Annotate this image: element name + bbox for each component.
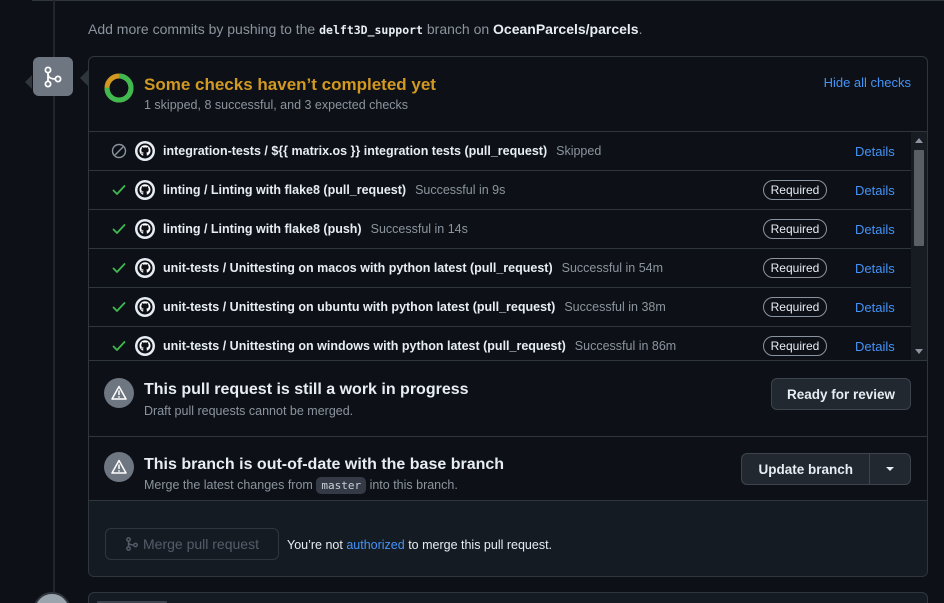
details-link[interactable]: Details	[855, 261, 895, 276]
alert-icon	[104, 452, 134, 482]
github-actions-icon	[135, 219, 155, 239]
check-name: linting / Linting with flake8 (push)	[163, 222, 362, 236]
git-merge-icon	[25, 57, 73, 96]
check-name: unit-tests / Unittesting on macos with p…	[163, 261, 553, 275]
outdated-branch-section: This branch is out-of-date with the base…	[89, 437, 927, 501]
scroll-down-arrow-icon[interactable]	[915, 349, 923, 354]
check-result: Successful in 14s	[370, 222, 468, 236]
check-row: unit-tests / Unittesting on windows with…	[89, 327, 911, 360]
timeline-top-rule	[32, 0, 944, 3]
required-badge: Required	[763, 258, 827, 278]
panel-pointer	[80, 70, 88, 86]
check-result: Successful in 9s	[415, 183, 506, 197]
update-branch-button[interactable]: Update branch	[742, 462, 869, 477]
checks-title: Some checks haven’t completed yet	[144, 75, 436, 94]
ready-for-review-button[interactable]: Ready for review	[771, 378, 911, 410]
draft-title: This pull request is still a work in pro…	[144, 381, 469, 398]
hide-all-checks-link[interactable]: Hide all checks	[824, 75, 911, 90]
push-note-prefix: Add more commits by pushing to the	[88, 21, 316, 37]
push-note-suffix: .	[638, 21, 643, 37]
check-result: Successful in 86m	[574, 339, 677, 353]
repo-name: OceanParcels/parcels	[493, 21, 639, 37]
merge-msg-suffix: to merge this pull request.	[408, 538, 553, 552]
outdated-subtitle-prefix: Merge the latest changes from	[144, 478, 313, 492]
check-text: unit-tests / Unittesting on windows with…	[163, 339, 676, 353]
scroll-thumb[interactable]	[914, 150, 924, 246]
base-branch-name: master	[316, 477, 367, 494]
outdated-subtitle: Merge the latest changes from master int…	[144, 477, 458, 494]
required-badge: Required	[763, 180, 827, 200]
check-mark-icon	[111, 338, 127, 354]
next-timeline-card	[88, 592, 928, 603]
required-badge: Required	[763, 336, 827, 356]
checks-list: integration-tests / ${{ matrix.os }} int…	[89, 131, 927, 361]
alert-icon	[104, 378, 134, 408]
check-text: integration-tests / ${{ matrix.os }} int…	[163, 144, 601, 158]
check-mark-icon	[111, 182, 127, 198]
merge-msg-prefix: You’re not	[287, 538, 343, 552]
check-row: linting / Linting with flake8 (pull_requ…	[89, 171, 911, 210]
check-result: Successful in 54m	[561, 261, 664, 275]
git-merge-icon	[126, 537, 138, 551]
check-result: Skipped	[556, 144, 602, 158]
check-mark-icon	[111, 299, 127, 315]
checks-header: Some checks haven’t completed yet 1 skip…	[89, 57, 927, 131]
outdated-title: This branch is out-of-date with the base…	[144, 456, 505, 473]
check-row: unit-tests / Unittesting on macos with p…	[89, 249, 911, 288]
details-link[interactable]: Details	[855, 144, 895, 159]
outdated-subtitle-suffix: into this branch.	[369, 478, 458, 492]
github-actions-icon	[135, 141, 155, 161]
push-note-middle: branch on	[426, 21, 490, 37]
github-actions-icon	[135, 297, 155, 317]
github-actions-icon	[135, 258, 155, 278]
authorized-link[interactable]: authorized	[346, 538, 404, 552]
checks-scrollbar[interactable]	[911, 132, 927, 360]
merge-box: Some checks haven’t completed yet 1 skip…	[88, 56, 928, 577]
merge-footer: Merge pull request You’re not authorized…	[89, 501, 927, 576]
details-link[interactable]: Details	[855, 183, 895, 198]
check-text: linting / Linting with flake8 (pull_requ…	[163, 183, 505, 197]
required-badge: Required	[763, 297, 827, 317]
details-link[interactable]: Details	[855, 300, 895, 315]
push-instructions: Add more commits by pushing to the delft…	[88, 21, 642, 37]
update-branch-dropdown-chevron-icon[interactable]	[870, 466, 910, 472]
checks-summary: 1 skipped, 8 successful, and 3 expected …	[144, 98, 409, 112]
check-name: integration-tests / ${{ matrix.os }} int…	[163, 144, 548, 158]
check-name: unit-tests / Unittesting on ubuntu with …	[163, 300, 556, 314]
head-branch-name: delft3D_support	[319, 23, 423, 37]
github-actions-icon	[135, 180, 155, 200]
check-text: unit-tests / Unittesting on ubuntu with …	[163, 300, 666, 314]
check-text: unit-tests / Unittesting on macos with p…	[163, 261, 663, 275]
check-name: unit-tests / Unittesting on windows with…	[163, 339, 566, 353]
merge-pull-request-button[interactable]: Merge pull request	[105, 528, 279, 560]
scroll-up-arrow-icon[interactable]	[915, 138, 923, 143]
check-result: Successful in 38m	[564, 300, 666, 314]
check-text: linting / Linting with flake8 (push) Succ…	[163, 222, 468, 236]
check-mark-icon	[111, 221, 127, 237]
draft-subtitle: Draft pull requests cannot be merged.	[144, 404, 354, 418]
skipped-icon	[111, 143, 127, 159]
checks-progress-donut	[104, 73, 134, 103]
avatar[interactable]	[33, 592, 71, 603]
merge-permission-message: You’re not authorized to merge this pull…	[287, 538, 552, 552]
update-branch-button-group: Update branch	[741, 453, 911, 485]
check-row: linting / Linting with flake8 (push) Succ…	[89, 210, 911, 249]
merge-button-label: Merge pull request	[143, 536, 259, 552]
draft-status-section: This pull request is still a work in pro…	[89, 361, 927, 437]
check-mark-icon	[111, 260, 127, 276]
check-name: linting / Linting with flake8 (pull_requ…	[163, 183, 407, 197]
details-link[interactable]: Details	[855, 339, 895, 354]
check-row: unit-tests / Unittesting on ubuntu with …	[89, 288, 911, 327]
github-actions-icon	[135, 336, 155, 356]
details-link[interactable]: Details	[855, 222, 895, 237]
required-badge: Required	[763, 219, 827, 239]
check-row: integration-tests / ${{ matrix.os }} int…	[89, 132, 911, 171]
